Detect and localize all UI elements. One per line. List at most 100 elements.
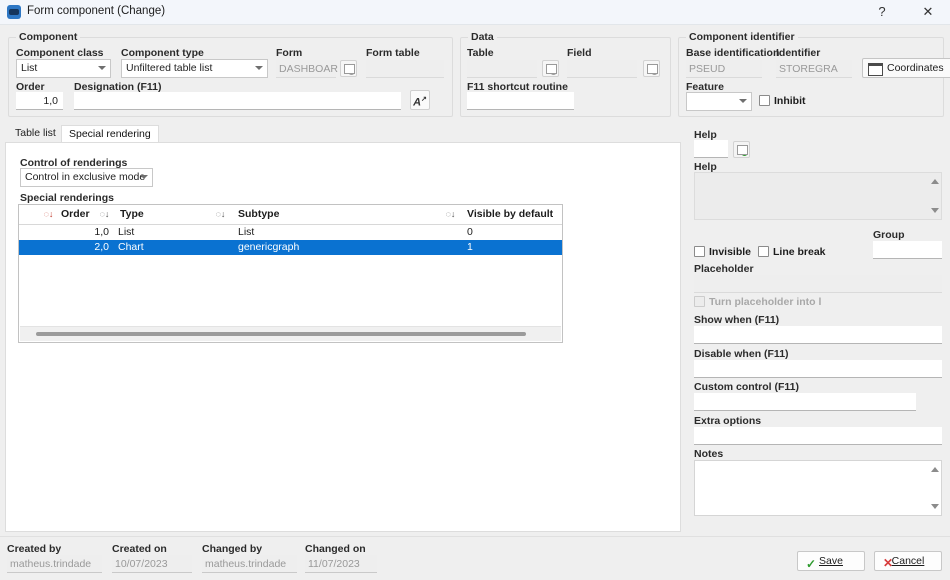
grid-horizontal-scrollbar[interactable] [20,326,561,341]
created-by-field: matheus.trindade [7,555,102,573]
help-icon[interactable]: ? [860,0,904,24]
component-class-select[interactable]: List [16,59,111,78]
save-button-label: Save [819,555,843,567]
scroll-up-icon[interactable] [931,179,939,184]
scroll-down-icon[interactable] [931,504,939,509]
f11-shortcut-field[interactable] [467,92,574,110]
scroll-up-icon[interactable] [931,467,939,472]
component-type-select[interactable]: Unfiltered table list [121,59,268,78]
translate-icon[interactable]: A↗ [410,90,430,110]
line-break-checkbox[interactable]: Line break [758,246,826,258]
created-on-label: Created on [112,543,167,555]
chevron-down-icon [739,99,747,103]
control-of-renderings-select[interactable]: Control in exclusive mode [20,168,153,187]
close-icon[interactable]: ✕ [906,0,950,24]
sort-icon-visible[interactable]: ◌↓ [445,209,456,220]
component-class-value: List [21,62,38,74]
special-renderings-label: Special renderings [20,192,114,204]
sort-icon-order[interactable]: ◌↓ [43,209,54,220]
chevron-down-icon [98,66,106,70]
disable-when-label: Disable when (F11) [694,348,789,360]
coordinates-icon [868,63,883,76]
field-field[interactable] [567,60,637,78]
table-label: Table [467,47,494,59]
form-lookup-icon[interactable] [340,60,357,77]
component-group-title: Component [16,31,81,43]
form-component-window: Form component (Change) ? ✕ Component Co… [0,0,950,580]
group-field[interactable] [873,241,942,259]
scroll-down-icon[interactable] [931,208,939,213]
identifier-label: Identifier [776,47,821,59]
coordinates-button[interactable]: Coordinates [862,58,950,78]
help-add-icon[interactable] [733,141,750,158]
cell-type: Chart [118,241,144,253]
special-renderings-grid[interactable]: ◌↓ Order ◌↓ Type ◌↓ Subtype ◌↓ Visible b… [18,204,563,343]
chevron-down-icon [255,66,263,70]
close-x-icon: ✕ [883,556,894,570]
data-group-title: Data [468,31,497,43]
footer-divider [0,536,950,537]
changed-on-field: 11/07/2023 [305,555,377,573]
field-label: Field [567,47,592,59]
placeholder-field[interactable] [694,275,942,293]
designation-field[interactable] [74,92,401,110]
sort-icon-subtype[interactable]: ◌↓ [215,209,226,220]
cancel-button[interactable]: ✕ Cancel [874,551,942,571]
notes-textarea-scrollbar[interactable] [928,461,941,515]
table-row[interactable]: 2,0 Chart genericgraph 1 [19,240,562,255]
invisible-checkbox[interactable]: Invisible [694,246,751,258]
tab-table-list[interactable]: Table list [8,125,63,142]
form-table-field[interactable] [366,60,444,78]
form-table-label: Form table [366,47,420,59]
base-identification-field[interactable]: PSEUD [686,60,762,78]
cell-order: 2,0 [94,241,109,253]
custom-control-field[interactable] [694,393,916,411]
column-header-visible-by-default[interactable]: Visible by default [467,208,553,220]
cancel-button-label: Cancel [891,555,925,567]
created-by-label: Created by [7,543,62,555]
identifier-field[interactable]: STOREGRA [776,60,852,78]
help-code-field[interactable] [694,140,728,158]
sort-icon-type[interactable]: ◌↓ [99,209,110,220]
changed-on-label: Changed on [305,543,366,555]
cell-type: List [118,226,135,238]
window-title: Form component (Change) [27,5,166,17]
created-on-field: 10/07/2023 [112,555,192,573]
grid-header-row: ◌↓ Order ◌↓ Type ◌↓ Subtype ◌↓ Visible b… [19,205,562,225]
form-label: Form [276,47,303,59]
extra-options-field[interactable] [694,427,942,445]
tab-special-rendering[interactable]: Special rendering [61,125,159,142]
order-field[interactable]: 1,0 [16,92,63,110]
tab-strip: Table list Special rendering [5,125,681,142]
inhibit-checkbox[interactable]: Inhibit [759,95,806,107]
show-when-label: Show when (F11) [694,314,780,326]
form-field[interactable]: DASHBOAR [276,60,338,78]
identifier-group-title: Component identifier [686,31,798,43]
component-type-label: Component type [121,47,204,59]
table-row[interactable]: 1,0 List List 0 [19,225,562,240]
field-lookup-icon[interactable] [643,60,660,77]
table-field[interactable] [467,60,537,78]
disable-when-field[interactable] [694,360,942,378]
column-header-order[interactable]: Order [61,208,90,220]
help-textarea-scrollbar[interactable] [928,173,941,219]
cell-subtype: genericgraph [238,241,300,253]
control-of-renderings-value: Control in exclusive mode [25,171,146,183]
cell-visible-by-default: 0 [467,226,473,238]
grid-scrollbar-thumb[interactable] [36,332,526,336]
cell-subtype: List [238,226,255,238]
show-when-field[interactable] [694,326,942,344]
custom-control-label: Custom control (F11) [694,381,800,393]
notes-label: Notes [694,448,724,460]
chevron-down-icon [140,175,148,179]
feature-select[interactable] [686,92,752,111]
component-class-label: Component class [16,47,104,59]
column-header-type[interactable]: Type [120,208,144,220]
save-button[interactable]: ✓ Save [797,551,865,571]
title-bar: Form component (Change) ? ✕ [0,0,950,25]
group-label: Group [873,229,905,241]
column-header-subtype[interactable]: Subtype [238,208,279,220]
table-lookup-icon[interactable] [542,60,559,77]
help-textarea[interactable] [694,172,942,220]
notes-textarea[interactable] [694,460,942,516]
